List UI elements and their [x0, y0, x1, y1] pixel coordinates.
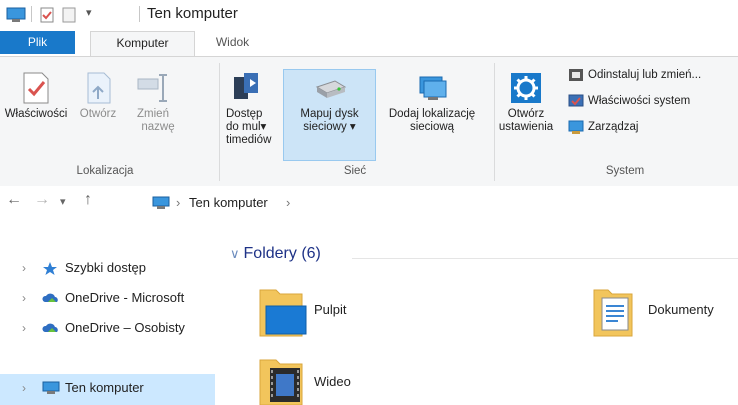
onedrive-icon: [42, 323, 58, 332]
properties-button[interactable]: Właściwości: [2, 71, 70, 121]
window-title: Ten komputer: [147, 5, 238, 22]
new-folder-quick-icon[interactable]: [61, 7, 77, 23]
expand-chevron-icon[interactable]: ›: [22, 284, 26, 312]
nav-item-onedrive-microsoft[interactable]: › OneDrive - Microsoft: [0, 284, 215, 312]
group-header-foldery[interactable]: ∨ Foldery (6): [230, 245, 321, 263]
system-properties-label: Właściwości system: [588, 95, 691, 107]
media-access-label-1: Dostęp: [226, 108, 263, 120]
computer-icon: [42, 381, 60, 394]
breadcrumb-trailing-chevron[interactable]: ›: [286, 195, 290, 210]
divider: [31, 6, 32, 22]
rename-label-2: nazwę: [141, 121, 175, 133]
manage-icon: [568, 120, 584, 134]
map-drive-label-2: sieciowy ▾: [303, 121, 356, 133]
system-properties-button[interactable]: Właściwości system: [568, 91, 690, 111]
open-icon: [87, 72, 111, 104]
system-properties-icon: [568, 94, 584, 107]
collapse-chevron-icon: ∨: [230, 246, 240, 261]
open-label: Otwórz: [79, 108, 117, 120]
ribbon: Właściwości Otwórz Zmień nazwę Lokalizac…: [0, 56, 738, 188]
add-location-label-1: Dodaj lokalizację: [388, 108, 476, 120]
documents-folder-icon: [593, 289, 633, 337]
tab-plik[interactable]: Plik: [0, 31, 75, 54]
expand-chevron-icon[interactable]: ›: [22, 254, 26, 282]
folder-dokumenty[interactable]: Dokumenty: [588, 284, 738, 340]
properties-quick-icon[interactable]: [39, 7, 55, 23]
expand-chevron-icon[interactable]: ›: [22, 374, 26, 402]
address-bar-row: ← → ▾ ↑ › Ten komputer ›: [0, 186, 738, 220]
computer-icon: [152, 196, 170, 209]
folder-label: Wideo: [314, 374, 351, 389]
group-title: Foldery (6): [243, 245, 321, 262]
breadcrumb-ten-komputer[interactable]: Ten komputer: [189, 195, 268, 210]
open-button[interactable]: Otwórz: [72, 71, 124, 121]
onedrive-icon: [42, 293, 58, 302]
folder-pulpit[interactable]: Pulpit: [254, 284, 434, 340]
folder-label: Dokumenty: [648, 302, 714, 317]
recent-locations-chevron-icon[interactable]: ▾: [60, 195, 66, 208]
expand-chevron-icon[interactable]: ›: [22, 314, 26, 342]
manage-label: Zarządzaj: [588, 121, 639, 133]
add-location-label-2: sieciową: [409, 121, 455, 133]
video-folder-icon: [259, 359, 303, 405]
desktop-folder-icon: [259, 289, 307, 337]
tab-komputer[interactable]: Komputer: [90, 31, 195, 57]
rename-icon: [137, 74, 167, 102]
manage-button[interactable]: Zarządzaj: [568, 117, 639, 137]
up-arrow-icon[interactable]: ↑: [84, 191, 92, 209]
nav-label: OneDrive - Microsoft: [65, 290, 185, 305]
uninstall-program-button[interactable]: Odinstaluj lub zmień...: [568, 65, 701, 85]
rename-label-1: Zmień: [137, 108, 169, 120]
computer-icon: [6, 7, 26, 22]
nav-item-ten-komputer[interactable]: › Ten komputer: [0, 374, 215, 405]
open-settings-label-1: Otwórz: [507, 108, 545, 120]
media-access-label-3: timediów: [226, 134, 272, 146]
forward-arrow-icon[interactable]: →: [34, 191, 50, 209]
nav-item-szybki-dostep[interactable]: › Szybki dostęp: [0, 254, 215, 282]
map-drive-label-1: Mapuj dysk: [300, 108, 359, 120]
ribbon-tabs: Plik Komputer Widok: [0, 28, 738, 57]
nav-item-onedrive-osobisty[interactable]: › OneDrive – Osobisty: [0, 314, 215, 342]
breadcrumb-separator: ›: [176, 195, 181, 210]
add-network-location-button[interactable]: Dodaj lokalizację sieciową: [376, 71, 488, 134]
rename-button[interactable]: Zmień nazwę: [130, 71, 176, 134]
uninstall-label: Odinstaluj lub zmień...: [588, 69, 702, 81]
network-drive-icon: [315, 80, 346, 98]
open-settings-label-2: ustawienia: [498, 121, 554, 133]
title-bar: ▾ Ten komputer: [0, 0, 738, 28]
back-arrow-icon[interactable]: ←: [6, 191, 22, 209]
gear-icon: [511, 73, 541, 103]
tab-widok[interactable]: Widok: [200, 31, 265, 54]
media-access-label-2: do mul▾: [226, 121, 267, 133]
folder-label: Pulpit: [314, 302, 347, 317]
map-network-drive-button[interactable]: Mapuj dysk sieciowy ▾: [283, 71, 376, 134]
group-label-lokalizacja: Lokalizacja: [76, 165, 134, 177]
open-settings-button[interactable]: Otwórz ustawienia: [494, 71, 558, 134]
folder-wideo[interactable]: Wideo: [254, 354, 434, 405]
group-divider: [352, 258, 738, 259]
star-icon: [43, 262, 57, 275]
nav-label: Ten komputer: [65, 380, 144, 395]
properties-icon: [23, 72, 49, 104]
media-access-button[interactable]: Dostęp do mul▾ timediów: [226, 71, 278, 147]
nav-label: OneDrive – Osobisty: [65, 320, 185, 335]
uninstall-icon: [569, 68, 583, 81]
group-divider: [219, 63, 220, 181]
media-server-icon: [234, 73, 258, 99]
group-label-system: System: [605, 165, 645, 177]
group-label-siec: Sieć: [343, 165, 367, 177]
nav-label: Szybki dostęp: [65, 260, 146, 275]
network-location-icon: [419, 76, 447, 100]
quick-access-dropdown-icon[interactable]: ▾: [86, 6, 92, 19]
divider: [139, 6, 140, 22]
properties-label: Właściwości: [4, 108, 68, 120]
